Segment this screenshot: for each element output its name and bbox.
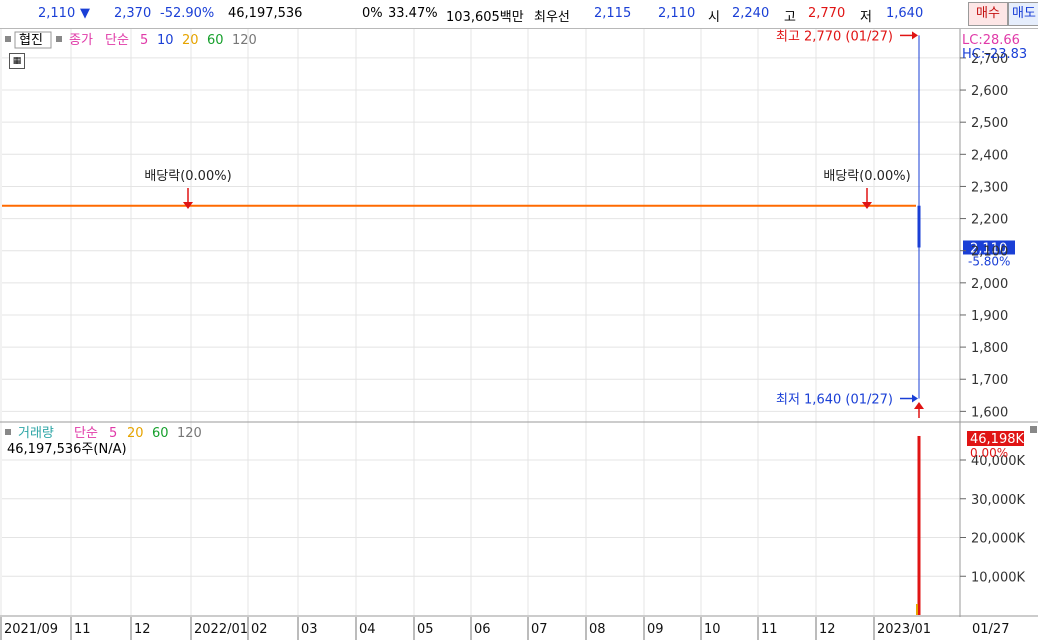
low-annotation: 최저 1,640 (01/27) <box>776 393 893 408</box>
price-tick-label: 2,500 <box>971 116 1008 131</box>
legend-vol-ma-60: 60 <box>152 426 169 441</box>
open-value: 2,240 <box>732 6 770 21</box>
chart-grid <box>0 29 960 615</box>
volume-tick-label: 30,000K <box>971 493 1025 508</box>
current-volume-badge-text: 46,198K <box>970 432 1024 447</box>
stock-chart[interactable]: 협진 종가 단순 5 10 20 60 120 최고 2,770 (01/27)… <box>0 29 1038 640</box>
price-tick-label: 2,000 <box>971 277 1008 292</box>
ticker-bar: 2,110 ▼ 2,370 -52.90% 46,197,536 0% 33.4… <box>0 0 1038 29</box>
xaxis-label: 12 <box>819 622 836 637</box>
high-label: 고 <box>784 10 796 25</box>
legend-volume: 거래량 <box>18 426 54 441</box>
price-tick-label: 1,900 <box>971 309 1008 324</box>
price-tick-label: 2,300 <box>971 180 1008 195</box>
xaxis-label: 11 <box>74 622 91 637</box>
high-annotation: 최고 2,770 (01/27) <box>776 29 893 44</box>
volume-text: 46,197,536주(N/A) <box>7 442 127 457</box>
legend-close: 종가 <box>69 33 93 48</box>
legend-box-icon <box>5 36 11 42</box>
price-tick-label: 1,600 <box>971 405 1008 420</box>
price-tick-label: 2,200 <box>971 213 1008 228</box>
current-volume-pct: 0.00% <box>970 446 1008 460</box>
low-value: 1,640 <box>886 6 924 21</box>
legend-vol-simple: 단순 <box>74 426 98 441</box>
xaxis-label: 11 <box>761 622 778 637</box>
volume-tick-label: 10,000K <box>971 570 1025 585</box>
low-label: 저 <box>860 10 872 25</box>
sell-button[interactable]: 매도 <box>1008 2 1038 26</box>
open-label: 시 <box>708 10 720 25</box>
volume-legend: 거래량 단순 5 20 60 120 <box>5 426 202 441</box>
price-change-pct: -52.90% <box>160 6 215 21</box>
volume-bar <box>917 435 921 615</box>
legend-simple: 단순 <box>105 33 129 48</box>
price-tick-label: 2,600 <box>971 84 1008 99</box>
volume-series <box>916 435 921 615</box>
legend-box-icon-2 <box>56 36 62 42</box>
high-arrow-icon <box>912 31 918 40</box>
legend-vol-ma-20: 20 <box>127 426 144 441</box>
buy-button[interactable]: 매수 <box>968 2 1008 26</box>
price-tick-label: 2,400 <box>971 148 1008 163</box>
legend-vol-ma-120: 120 <box>177 426 202 441</box>
price-series: 최고 2,770 (01/27) 최저 1,640 (01/27) 배당락(0.00… <box>2 29 1015 418</box>
xaxis-label: 06 <box>474 622 491 637</box>
price-tick-label: 2,100 <box>971 245 1008 260</box>
lc-label: LC:28.66 <box>962 33 1020 48</box>
current-price: 2,110 <box>38 6 76 21</box>
price-tick-label: 1,800 <box>971 341 1008 356</box>
ratio-2: 33.47% <box>388 6 438 21</box>
best-ask: 2,115 <box>594 6 632 21</box>
volume-tick-label: 20,000K <box>971 532 1025 547</box>
best-label: 최우선 <box>534 10 570 25</box>
volume-axis: 10,000K20,000K30,000K40,000K46,198K0.00% <box>960 426 1037 585</box>
volume-value: 46,197,536 <box>228 6 303 21</box>
panel-borders <box>0 29 1038 640</box>
xaxis-right-label: 01/27 <box>972 622 1009 637</box>
last-candle-body <box>917 205 921 248</box>
xaxis-label: 07 <box>531 622 548 637</box>
x-axis: 2021/09 11 12 2022/01 02 03 04 05 06 07 08 09 10 11 12… <box>0 617 1038 640</box>
legend-ma-20: 20 <box>182 33 199 48</box>
xaxis-label: 09 <box>647 622 664 637</box>
xaxis-label: 2022/01 <box>194 622 248 637</box>
panel-close-icon <box>1030 426 1037 433</box>
low-arrow-icon <box>912 394 918 403</box>
legend-hyupjin[interactable]: 협진 <box>19 33 43 48</box>
volume-ma-stub <box>916 604 918 615</box>
legend-ma-60: 60 <box>207 33 224 48</box>
dividend-label: 배당락(0.00%) <box>823 169 910 184</box>
ratio-1: 0% <box>362 6 383 21</box>
xaxis-label: 2023/01 <box>877 622 931 637</box>
price-change: 2,370 <box>114 6 152 21</box>
xaxis-label: 05 <box>417 622 434 637</box>
xaxis-label: 2021/09 <box>4 622 58 637</box>
legend-vol-ma-5: 5 <box>109 426 117 441</box>
xaxis-label: 03 <box>301 622 318 637</box>
dividend-label: 배당락(0.00%) <box>144 169 231 184</box>
price-tick-label: 1,700 <box>971 373 1008 388</box>
price-axis: 1,600 1,700 1,800 1,900 2,000 2,100 2,200 2,300… <box>960 52 1008 420</box>
best-bid: 2,110 <box>658 6 696 21</box>
legend-ma-120: 120 <box>232 33 257 48</box>
legend-ma-5: 5 <box>140 33 148 48</box>
legend-box-icon-3 <box>5 429 11 435</box>
trade-value: 103,605백만 <box>446 10 524 25</box>
down-arrow-icon: ▼ <box>80 6 90 21</box>
hc-label: HC:-23.83 <box>962 47 1027 62</box>
high-value: 2,770 <box>808 6 846 21</box>
xaxis-label: 02 <box>251 622 268 637</box>
xaxis-label: 10 <box>704 622 721 637</box>
calendar-icon[interactable]: ▦ <box>9 53 25 69</box>
xaxis-label: 08 <box>589 622 606 637</box>
legend-ma-10: 10 <box>157 33 174 48</box>
xaxis-label: 12 <box>134 622 151 637</box>
xaxis-label: 04 <box>359 622 376 637</box>
